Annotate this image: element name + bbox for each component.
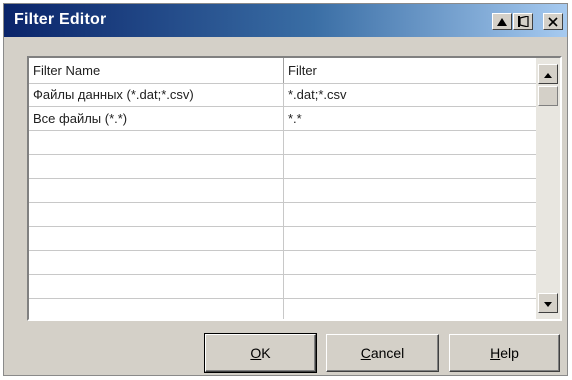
scroll-down-button[interactable]	[538, 293, 558, 313]
filter-pattern-cell[interactable]	[283, 131, 536, 154]
scroll-down-arrow-icon	[544, 294, 552, 312]
help-button[interactable]: Help	[449, 334, 560, 372]
close-button[interactable]	[543, 13, 563, 30]
filter-name-cell[interactable]	[29, 299, 283, 319]
scroll-up-button[interactable]	[538, 64, 558, 84]
table-row[interactable]	[29, 275, 536, 299]
table-row[interactable]	[29, 227, 536, 251]
filter-pattern-cell[interactable]	[283, 179, 536, 202]
table-row[interactable]: Файлы данных (*.dat;*.csv) *.dat;*.csv	[29, 83, 536, 107]
help-button-label: Help	[490, 345, 519, 361]
filter-name-cell[interactable]	[29, 275, 283, 298]
table-row[interactable]	[29, 299, 536, 319]
triangle-up-icon	[497, 17, 507, 26]
grid-header: Filter Name Filter	[29, 58, 536, 84]
ok-button[interactable]: OK	[204, 333, 317, 373]
vertical-scrollbar[interactable]	[536, 58, 560, 319]
table-row[interactable]	[29, 203, 536, 227]
window-title: Filter Editor	[14, 11, 107, 28]
filter-name-cell[interactable]	[29, 131, 283, 154]
column-header-filter[interactable]: Filter	[283, 58, 536, 83]
pin-button[interactable]	[513, 13, 533, 30]
cancel-button[interactable]: Cancel	[326, 334, 439, 372]
filter-grid[interactable]: Filter Name Filter Файлы данных (*.dat;*…	[27, 56, 562, 321]
filter-name-cell[interactable]: Файлы данных (*.dat;*.csv)	[29, 83, 283, 106]
filter-pattern-cell[interactable]	[283, 299, 536, 319]
filter-pattern-cell[interactable]	[283, 275, 536, 298]
filter-pattern-cell[interactable]	[283, 227, 536, 250]
grid-body: Filter Name Filter Файлы данных (*.dat;*…	[29, 58, 536, 319]
filter-pattern-cell[interactable]	[283, 251, 536, 274]
ok-button-label: OK	[250, 345, 271, 361]
filter-pattern-cell[interactable]	[283, 203, 536, 226]
cancel-button-label: Cancel	[360, 345, 405, 361]
scroll-up-arrow-icon	[544, 65, 552, 83]
table-row[interactable]: Все файлы (*.*) *.*	[29, 107, 536, 131]
title-bar[interactable]: Filter Editor	[4, 4, 567, 37]
filter-pattern-cell[interactable]	[283, 155, 536, 178]
filter-name-cell[interactable]	[29, 155, 283, 178]
column-header-filter-name[interactable]: Filter Name	[29, 58, 283, 83]
filter-name-cell[interactable]	[29, 179, 283, 202]
filter-name-cell[interactable]	[29, 203, 283, 226]
filter-pattern-cell[interactable]: *.dat;*.csv	[283, 83, 536, 106]
pin-icon	[517, 16, 529, 27]
filter-editor-window: Filter Editor Filter Name Filter Файлы д…	[3, 3, 568, 376]
triangle-up-button[interactable]	[492, 13, 512, 30]
table-row[interactable]	[29, 179, 536, 203]
scroll-thumb[interactable]	[538, 86, 558, 106]
filter-name-cell[interactable]: Все файлы (*.*)	[29, 107, 283, 130]
table-row[interactable]	[29, 155, 536, 179]
filter-name-cell[interactable]	[29, 251, 283, 274]
filter-pattern-cell[interactable]: *.*	[283, 107, 536, 130]
table-row[interactable]	[29, 131, 536, 155]
filter-name-cell[interactable]	[29, 227, 283, 250]
table-row[interactable]	[29, 251, 536, 275]
close-icon	[548, 16, 558, 27]
